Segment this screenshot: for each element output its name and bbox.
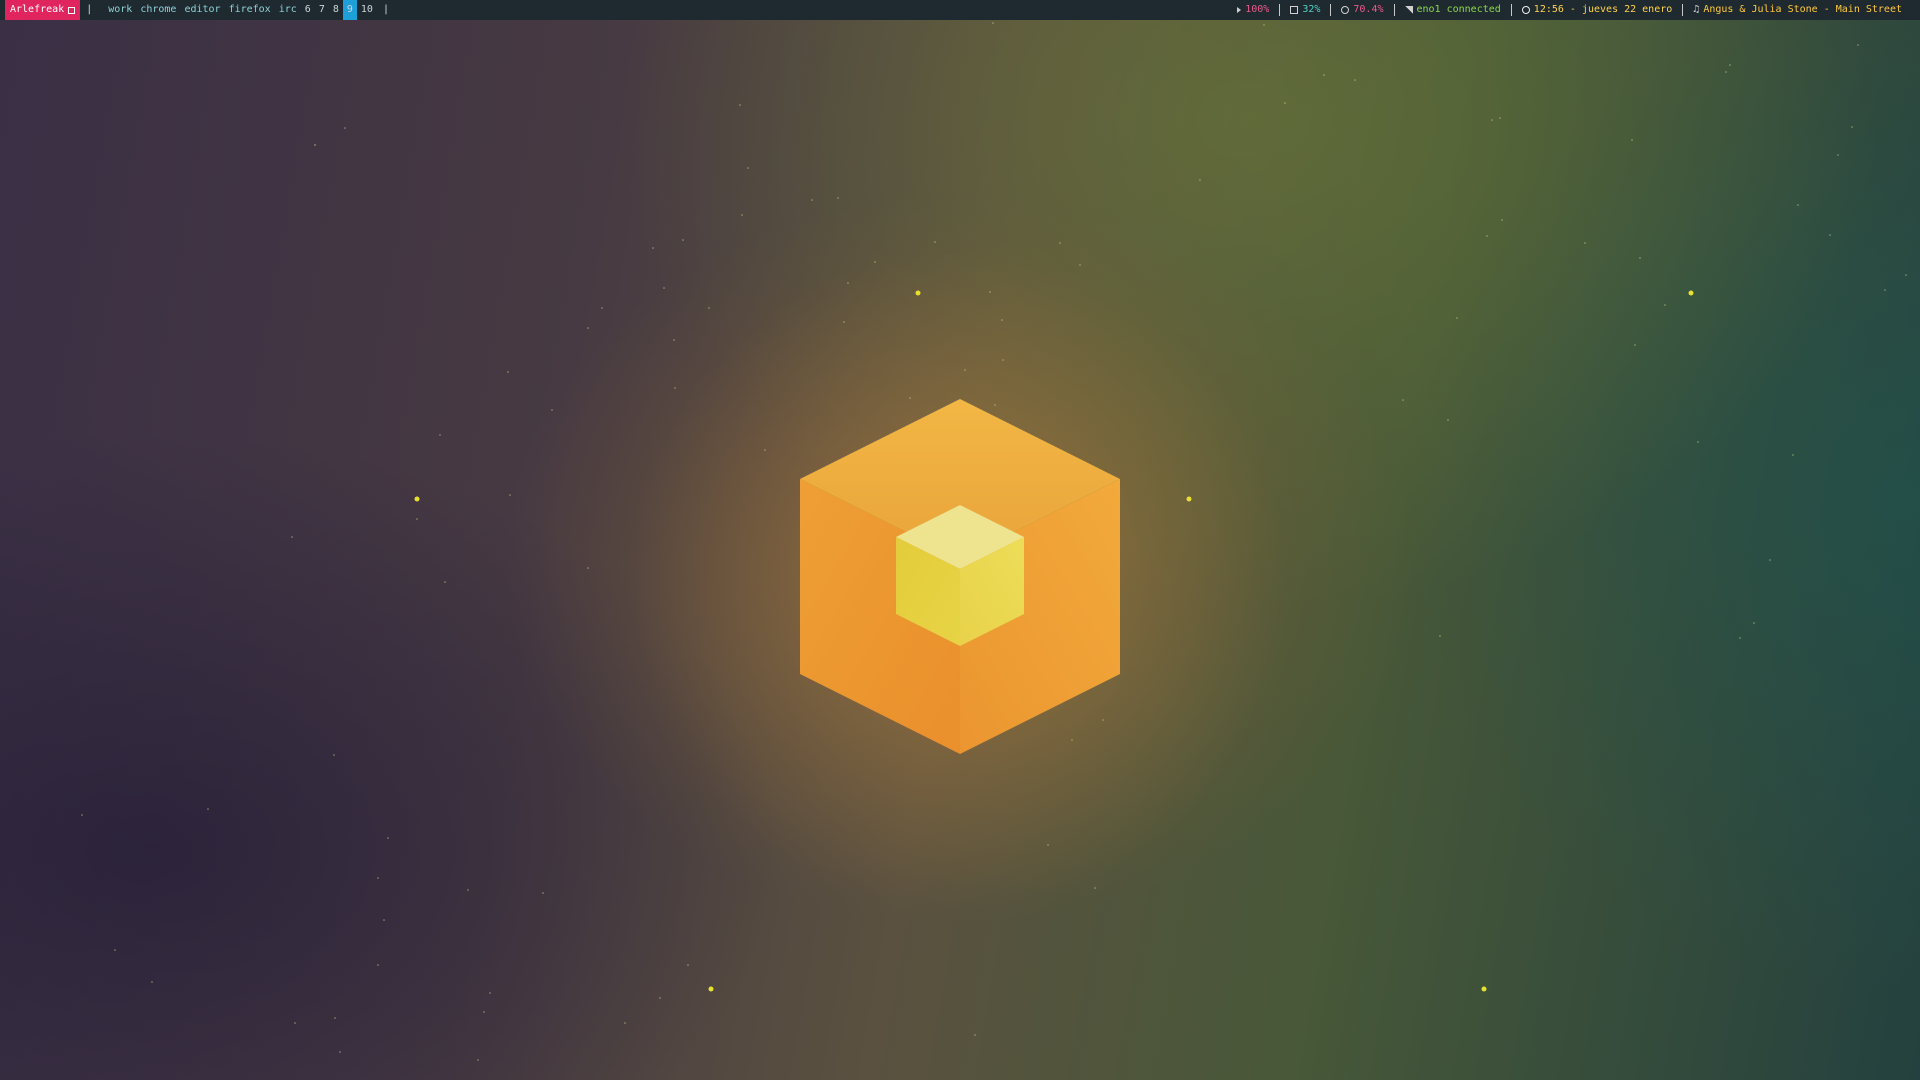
workspace-label: editor (184, 4, 221, 15)
volume-value: 100% (1245, 4, 1270, 15)
workspace-8[interactable]: 8 (329, 0, 343, 20)
network-signal-icon (1404, 6, 1413, 14)
memory-status: 70.4% (1335, 0, 1389, 20)
status-separator (1279, 4, 1281, 16)
workspace-label: 6 (304, 4, 311, 15)
music-value: Angus & Julia Stone - Main Street (1703, 4, 1902, 15)
speaker-icon (1237, 7, 1242, 13)
workspace-irc[interactable]: irc (275, 0, 301, 20)
music-note-icon: ♫ (1693, 4, 1700, 15)
workspace-label: 10 (360, 4, 373, 15)
workspace-10[interactable]: 10 (357, 0, 377, 20)
network-status[interactable]: eno1 connected (1399, 0, 1507, 20)
status-area: 100% 32% 70.4% eno1 connected 12:56 - ju… (1231, 0, 1908, 20)
workspace-label: irc (278, 4, 297, 15)
workspace-list: work chrome editor firefox irc 6 7 8 9 1… (104, 0, 377, 20)
status-separator (1510, 4, 1512, 16)
memory-value: 70.4% (1353, 4, 1384, 15)
workspace-editor[interactable]: editor (180, 0, 224, 20)
host-label: Arlefreak (10, 4, 65, 15)
workspace-label: 8 (332, 4, 339, 15)
workspace-9[interactable]: 9 (342, 0, 357, 20)
workspace-6[interactable]: 6 (301, 0, 315, 20)
bar-separator: | (86, 4, 93, 15)
bar-separator: | (382, 4, 389, 15)
status-separator (1682, 4, 1684, 16)
workspace-grid-icon (68, 6, 76, 14)
clock-icon (1521, 6, 1530, 14)
clock-value: 12:56 - jueves 22 enero (1533, 4, 1673, 15)
cpu-icon (1290, 6, 1299, 14)
workspace-label: firefox (228, 4, 271, 15)
cpu-value: 32% (1302, 4, 1321, 15)
status-separator (1330, 4, 1332, 16)
status-separator (1393, 4, 1395, 16)
memory-icon (1341, 6, 1350, 14)
network-value: eno1 connected (1416, 4, 1501, 15)
volume-status[interactable]: 100% (1231, 0, 1275, 20)
workspace-chrome[interactable]: chrome (136, 0, 180, 20)
workspace-label: 9 (346, 4, 353, 15)
top-status-bar: Arlefreak | work chrome editor firefox i… (0, 0, 1920, 20)
clock-status[interactable]: 12:56 - jueves 22 enero (1516, 0, 1678, 20)
host-badge[interactable]: Arlefreak (5, 0, 81, 20)
music-status[interactable]: ♫ Angus & Julia Stone - Main Street (1687, 0, 1908, 20)
workspace-firefox[interactable]: firefox (225, 0, 275, 20)
cube-logo (630, 250, 1290, 910)
workspace-label: chrome (140, 4, 177, 15)
workspace-label: 7 (318, 4, 325, 15)
workspace-7[interactable]: 7 (315, 0, 329, 20)
workspace-work[interactable]: work (104, 0, 136, 20)
workspace-label: work (108, 4, 133, 15)
cpu-status: 32% (1284, 0, 1326, 20)
